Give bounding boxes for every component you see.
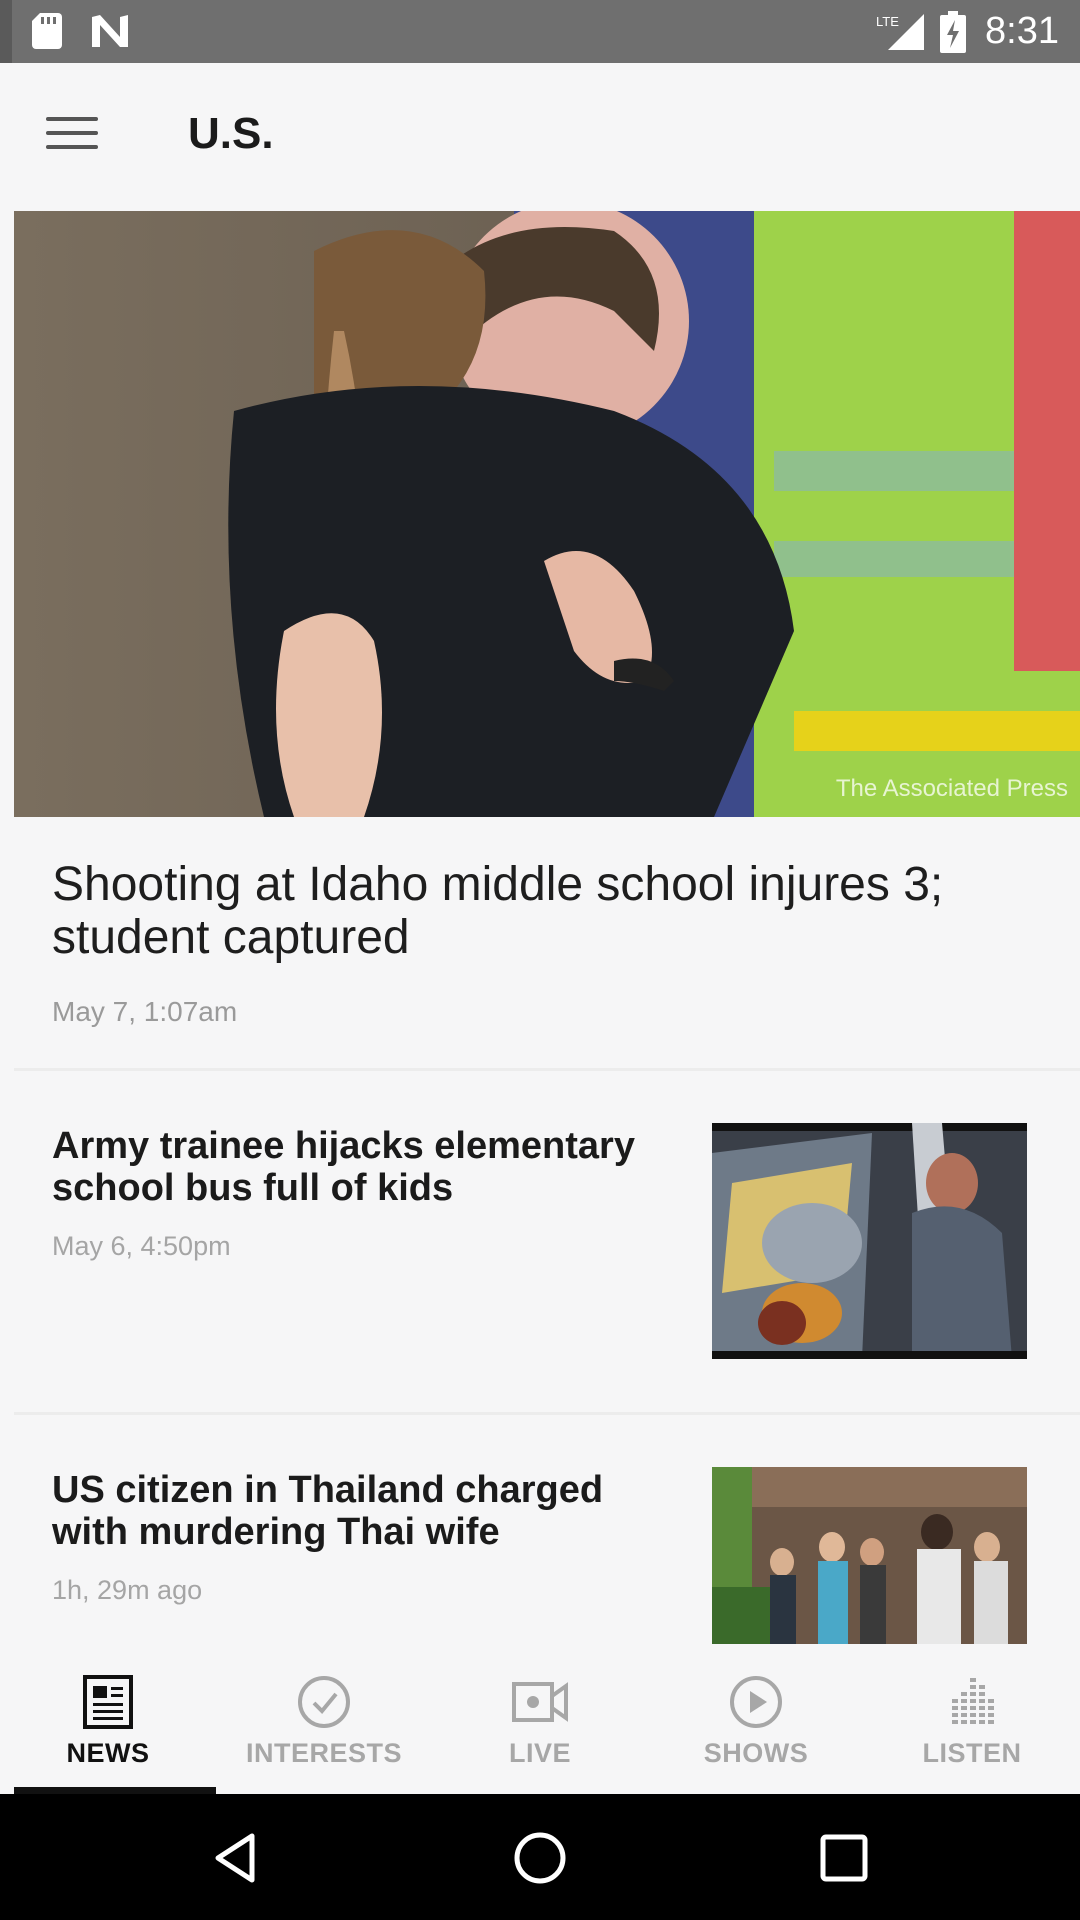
story-title[interactable]: US citizen in Thailand charged with murd…	[52, 1469, 672, 1553]
sd-card-icon	[32, 13, 62, 49]
status-bar-edge	[0, 0, 12, 63]
hero-photo	[14, 211, 1080, 817]
play-circle-icon	[730, 1676, 782, 1728]
story-thumbnail[interactable]	[712, 1123, 1027, 1359]
nav-interests[interactable]: INTERESTS	[216, 1644, 432, 1794]
checkmark-circle-icon	[298, 1676, 350, 1728]
signal-icon: LTE	[876, 14, 924, 50]
nav-label: LIVE	[508, 1738, 571, 1768]
page-title: U.S.	[188, 109, 274, 158]
nav-label: LISTEN	[922, 1738, 1022, 1768]
story-thumbnail[interactable]	[712, 1467, 1027, 1644]
nav-label: SHOWS	[703, 1738, 809, 1768]
hero-image[interactable]: The Associated Press	[14, 211, 1080, 817]
nav-shows[interactable]: SHOWS	[648, 1644, 864, 1794]
story-card[interactable]: US citizen in Thailand charged with murd…	[0, 1429, 1080, 1644]
app-header: U.S.	[0, 63, 1080, 210]
audio-bars-icon	[952, 1678, 994, 1724]
video-camera-icon	[512, 1682, 568, 1722]
nav-listen[interactable]: LISTEN	[864, 1644, 1080, 1794]
hero-headline[interactable]: Shooting at Idaho middle school injures …	[52, 858, 1042, 964]
system-navigation-bar	[0, 1794, 1080, 1920]
nav-label: NEWS	[66, 1738, 150, 1768]
story-title[interactable]: Army trainee hijacks elementary school b…	[52, 1125, 672, 1209]
story-timestamp: 1h, 29m ago	[52, 1575, 203, 1605]
back-icon[interactable]	[208, 1830, 264, 1886]
home-icon[interactable]	[512, 1830, 568, 1886]
nav-news[interactable]: NEWS	[0, 1644, 216, 1794]
nav-label: INTERESTS	[245, 1738, 403, 1768]
hero-timestamp: May 7, 1:07am	[52, 996, 238, 1027]
divider	[14, 1068, 1080, 1071]
story-card[interactable]: Army trainee hijacks elementary school b…	[0, 1085, 1080, 1410]
recents-icon[interactable]	[816, 1830, 872, 1886]
bus-photo	[712, 1123, 1027, 1359]
network-label: LTE	[876, 14, 899, 29]
bottom-navigation: NEWS INTERESTS LIVE SHOWS LISTEN	[0, 1644, 1080, 1794]
hamburger-menu-icon[interactable]	[46, 117, 98, 157]
status-bar: LTE 8:31	[0, 0, 1080, 63]
active-tab-indicator	[14, 1787, 216, 1794]
nav-live[interactable]: LIVE	[432, 1644, 648, 1794]
divider	[14, 1412, 1080, 1415]
clock: 8:31	[985, 10, 1059, 52]
thailand-photo	[712, 1467, 1027, 1644]
photo-credit: The Associated Press	[835, 775, 1068, 802]
n-app-icon	[92, 15, 128, 47]
newspaper-icon	[83, 1675, 133, 1729]
story-timestamp: May 6, 4:50pm	[52, 1231, 231, 1261]
battery-charging-icon	[940, 11, 966, 53]
